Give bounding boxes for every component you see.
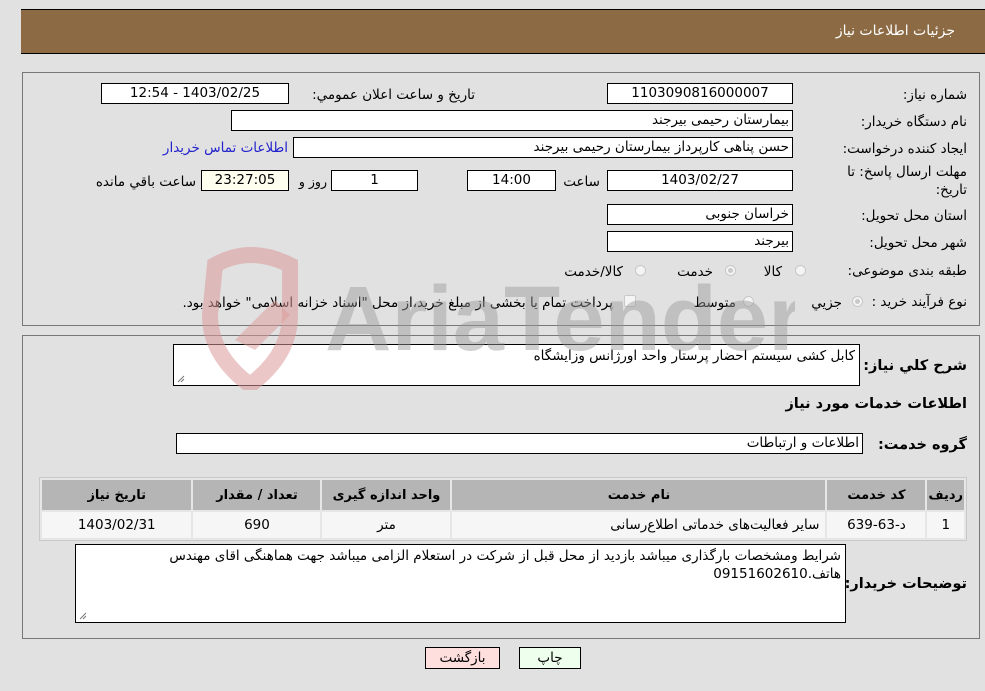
category-label: طبقه بندی موضوعی: (847, 263, 967, 279)
purchase-type-radio-minor[interactable] (852, 296, 863, 307)
col-header-service-name: نام خدمت (452, 480, 826, 510)
city-label: شهر محل تحويل: (869, 235, 967, 251)
services-section-title: اطلاعات خدمات مورد نياز (785, 396, 967, 412)
remaining-time-field: 23:27:05 (201, 170, 289, 191)
purchase-type-label: نوع فرآيند خريد : (871, 294, 967, 310)
category-radio-goods-service[interactable] (635, 265, 646, 276)
purchase-type-radio-medium[interactable] (743, 296, 754, 307)
province-label: استان محل تحويل: (861, 208, 967, 224)
deadline-date-field[interactable]: 1403/02/27 (607, 170, 793, 191)
days-label: روز و (298, 174, 327, 189)
col-header-row-number: رديف (927, 480, 964, 510)
col-header-need-date: تاريخ نياز (42, 480, 192, 510)
cell-need-date: 1403/02/31 (42, 512, 192, 538)
remaining-time-label: ساعت باقي مانده (95, 174, 196, 190)
print-button[interactable]: چاپ (519, 647, 581, 669)
city-field[interactable]: بيرجند (607, 231, 793, 252)
cell-quantity: 690 (193, 512, 321, 538)
buyer-org-label: نام دستگاه خريدار: (860, 114, 967, 130)
province-field[interactable]: خراسان جنوبی (607, 204, 793, 225)
announce-datetime-field[interactable]: 1403/02/25 - 12:54 (101, 83, 289, 104)
buyer-notes-textarea[interactable]: شرايط ومشخصات بارگذاری ميباشد بازديد از … (75, 544, 846, 623)
purchase-type-option-minor: جزيي (811, 295, 842, 311)
category-radio-service[interactable] (725, 265, 736, 276)
need-number-field[interactable]: 1103090816000007 (607, 83, 793, 104)
col-header-quantity: تعداد / مقدار (193, 480, 321, 510)
services-table: رديف کد خدمت نام خدمت واحد اندازه گيری ت… (39, 477, 967, 541)
table-header-row: رديف کد خدمت نام خدمت واحد اندازه گيری ت… (42, 480, 964, 510)
need-number-label: شماره نياز: (902, 87, 967, 103)
page-title: جزئيات اطلاعات نياز (835, 23, 955, 39)
cell-row-number: 1 (927, 512, 964, 538)
requester-label: ايجاد کننده درخواست: (842, 141, 967, 157)
buyer-contact-link[interactable]: اطلاعات تماس خريدار (163, 140, 288, 156)
page-header: جزئيات اطلاعات نياز (21, 9, 985, 54)
general-desc-textarea[interactable]: کابل کشی سيستم احضار پرستار واحد اورژانس… (173, 344, 860, 386)
requester-field[interactable]: حسن پناهی کارپرداز بيمارستان رحيمی بيرجن… (293, 137, 793, 158)
deadline-time-label: ساعت (563, 174, 600, 190)
announce-datetime-label: تاريخ و ساعت اعلان عمومي: (312, 87, 475, 103)
category-radio-goods[interactable] (795, 265, 806, 276)
col-header-unit: واحد اندازه گيری (322, 480, 451, 510)
category-option-goods-service: کالا/خدمت (564, 264, 623, 280)
table-row: 1 د-63-639 ساير فعاليت‌های خدماتی اطلاع‌… (42, 512, 964, 538)
cell-unit: متر (322, 512, 451, 538)
cell-service-name: ساير فعاليت‌های خدماتی اطلاع‌رسانی (452, 512, 826, 538)
remaining-days-field[interactable]: 1 (331, 170, 418, 191)
deadline-label: مهلت ارسال پاسخ: تا (847, 164, 967, 180)
general-desc-label: شرح کلي نياز: (863, 358, 967, 374)
cell-service-code: د-63-639 (827, 512, 926, 538)
resize-grip-icon[interactable] (176, 374, 185, 383)
buyer-org-field[interactable]: بيمارستان رحيمی بيرجند (231, 110, 793, 131)
category-option-goods: کالا (763, 264, 782, 280)
col-header-service-code: کد خدمت (827, 480, 926, 510)
buyer-notes-text: شرايط ومشخصات بارگذاری ميباشد بازديد از … (169, 548, 841, 582)
resize-grip-icon[interactable] (78, 611, 87, 620)
buyer-notes-label: توضيحات خريدار: (844, 576, 967, 592)
general-desc-text: کابل کشی سيستم احضار پرستار واحد اورژانس… (533, 348, 855, 364)
deadline-label-2: تاريخ: (935, 182, 967, 198)
treasury-checkbox[interactable] (624, 295, 636, 307)
service-group-field[interactable]: اطلاعات و ارتباطات (176, 433, 863, 454)
service-group-label: گروه خدمت: (877, 437, 967, 453)
back-button[interactable]: بازگشت (425, 647, 500, 669)
treasury-note: پرداخت تمام يا بخشی از مبلغ خريد،از محل … (182, 295, 613, 311)
category-option-service: خدمت (677, 264, 713, 280)
purchase-type-option-medium: متوسط (693, 295, 736, 311)
deadline-time-field[interactable]: 14:00 (467, 170, 556, 191)
